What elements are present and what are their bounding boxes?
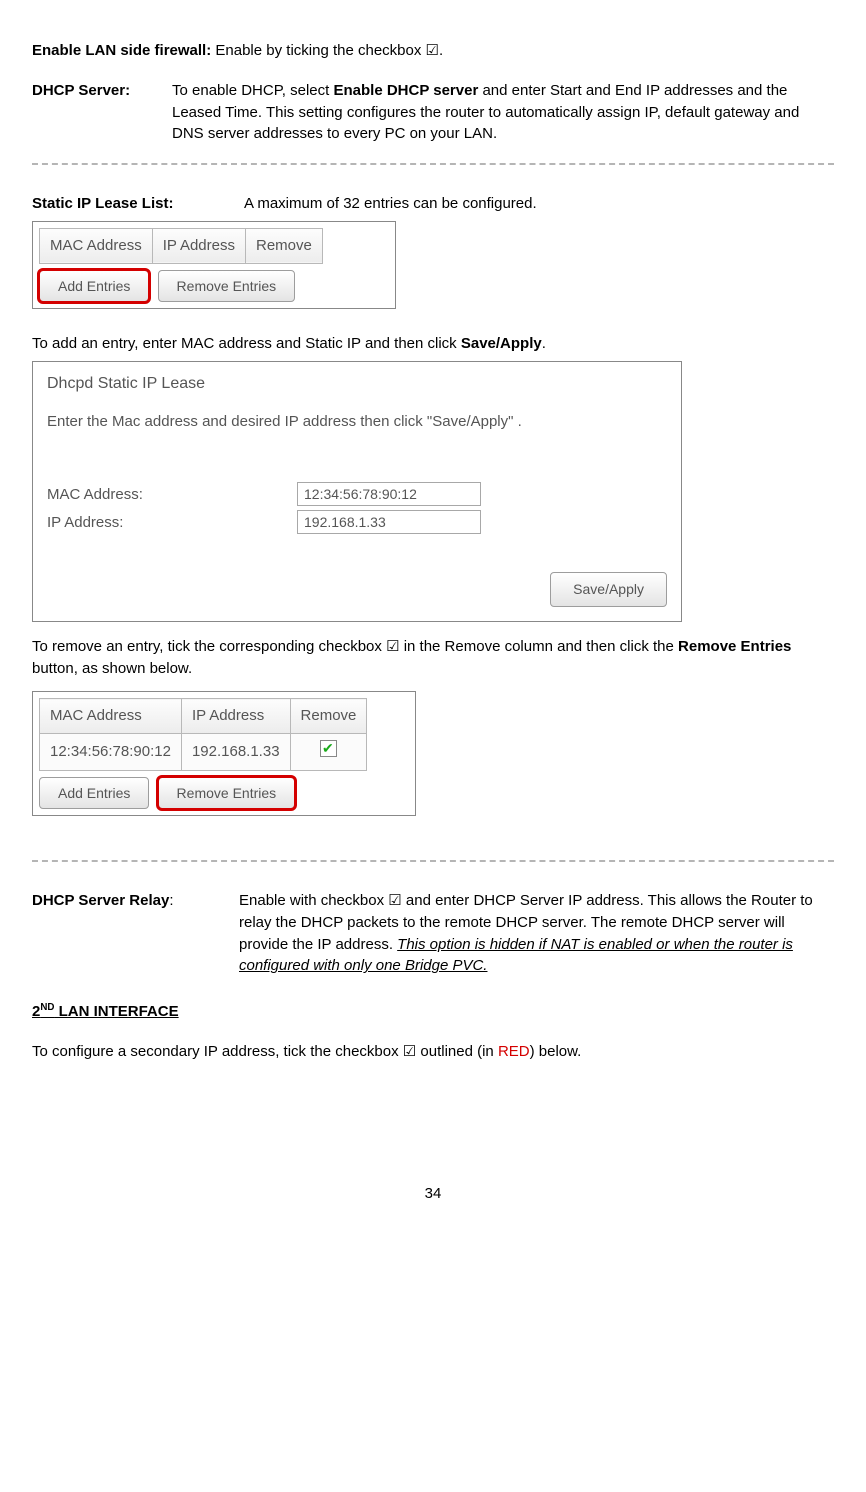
dhcp-server-label: DHCP Server:	[32, 80, 172, 102]
th2-remove: Remove	[290, 699, 367, 734]
th-mac: MAC Address	[40, 228, 153, 263]
lease-table-empty: MAC Address IP Address Remove	[39, 228, 323, 264]
ip-row: IP Address:	[47, 510, 667, 534]
checkbox-icon: ☑	[426, 42, 439, 59]
save-apply-button[interactable]: Save/Apply	[550, 572, 667, 606]
firewall-text-a: Enable by ticking the checkbox	[211, 42, 425, 59]
add-entries-button[interactable]: Add Entries	[39, 270, 149, 302]
lease-table-panel-2: MAC Address IP Address Remove 12:34:56:7…	[32, 691, 416, 816]
relay-colon: :	[169, 892, 173, 909]
second-lan-text: To configure a secondary IP address, tic…	[32, 1041, 834, 1063]
add-entries-button-2[interactable]: Add Entries	[39, 777, 149, 809]
second-lan-rest: LAN INTERFACE	[54, 1003, 178, 1020]
ip-input[interactable]	[297, 510, 481, 534]
ip-label: IP Address:	[47, 512, 297, 534]
cell-mac: 12:34:56:78:90:12	[40, 734, 182, 771]
static-lease-text: A maximum of 32 entries can be configure…	[244, 193, 834, 215]
dhcp-server-row: DHCP Server: To enable DHCP, select Enab…	[32, 80, 834, 145]
checkbox-icon-2: ☑	[386, 638, 399, 655]
cell-ip: 192.168.1.33	[181, 734, 290, 771]
second-lan-nd: ND	[40, 1002, 54, 1013]
button-row-1: Add Entries Remove Entries	[39, 270, 389, 302]
firewall-line: Enable LAN side firewall: Enable by tick…	[32, 40, 834, 62]
dialog-desc: Enter the Mac address and desired IP add…	[47, 411, 667, 433]
add-instr-b: Save/Apply	[461, 335, 542, 352]
divider-1	[32, 163, 834, 165]
rem-instr-d: button, as shown below.	[32, 660, 192, 677]
th-ip: IP Address	[152, 228, 245, 263]
add-instr-c: .	[542, 335, 546, 352]
rem-instr-c: Remove Entries	[678, 638, 791, 655]
static-lease-row: Static IP Lease List: A maximum of 32 en…	[32, 193, 834, 215]
lease-table-filled: MAC Address IP Address Remove 12:34:56:7…	[39, 698, 367, 771]
add-instruction: To add an entry, enter MAC address and S…	[32, 333, 834, 355]
static-lease-label: Static IP Lease List:	[32, 193, 244, 215]
checkbox-icon-3: ☑	[388, 892, 401, 909]
mac-input[interactable]	[297, 482, 481, 506]
th2-mac: MAC Address	[40, 699, 182, 734]
second-lan-heading: 2ND LAN INTERFACE	[32, 1001, 834, 1023]
firewall-label: Enable LAN side firewall:	[32, 42, 211, 59]
sl-text-b: outlined (in	[416, 1043, 498, 1060]
remove-instruction: To remove an entry, tick the correspondi…	[32, 636, 834, 680]
page-number: 34	[32, 1183, 834, 1205]
checkbox-icon-4: ☑	[403, 1043, 416, 1060]
remove-entries-button[interactable]: Remove Entries	[158, 270, 296, 302]
sl-text-a: To configure a secondary IP address, tic…	[32, 1043, 403, 1060]
dhcp-relay-label: DHCP Server Relay:	[32, 890, 239, 912]
dhcp-server-text: To enable DHCP, select Enable DHCP serve…	[172, 80, 834, 145]
dhcp-text-bold: Enable DHCP server	[333, 82, 478, 99]
remove-checkbox[interactable]	[320, 740, 337, 757]
mac-row: MAC Address:	[47, 482, 667, 506]
dialog-title: Dhcpd Static IP Lease	[47, 372, 667, 395]
dhcp-relay-text: Enable with checkbox ☑ and enter DHCP Se…	[239, 890, 834, 977]
remove-entries-button-2[interactable]: Remove Entries	[158, 777, 296, 809]
sl-text-c: ) below.	[530, 1043, 582, 1060]
relay-text-a: Enable with checkbox	[239, 892, 388, 909]
dhcp-text-a: To enable DHCP, select	[172, 82, 333, 99]
save-row: Save/Apply	[47, 572, 667, 606]
cell-remove	[290, 734, 367, 771]
rem-instr-a: To remove an entry, tick the correspondi…	[32, 638, 386, 655]
dhcp-relay-row: DHCP Server Relay: Enable with checkbox …	[32, 890, 834, 977]
firewall-period: .	[439, 42, 443, 59]
table-row: 12:34:56:78:90:12 192.168.1.33	[40, 734, 367, 771]
th-remove: Remove	[245, 228, 322, 263]
relay-label-text: DHCP Server Relay	[32, 892, 169, 909]
mac-label: MAC Address:	[47, 484, 297, 506]
th2-ip: IP Address	[181, 699, 290, 734]
divider-2	[32, 860, 834, 862]
lease-table-panel-1: MAC Address IP Address Remove Add Entrie…	[32, 221, 396, 309]
sl-text-red: RED	[498, 1043, 530, 1060]
add-instr-a: To add an entry, enter MAC address and S…	[32, 335, 461, 352]
button-row-2: Add Entries Remove Entries	[39, 777, 409, 809]
rem-instr-b: in the Remove column and then click the	[400, 638, 678, 655]
static-lease-dialog: Dhcpd Static IP Lease Enter the Mac addr…	[32, 361, 682, 622]
